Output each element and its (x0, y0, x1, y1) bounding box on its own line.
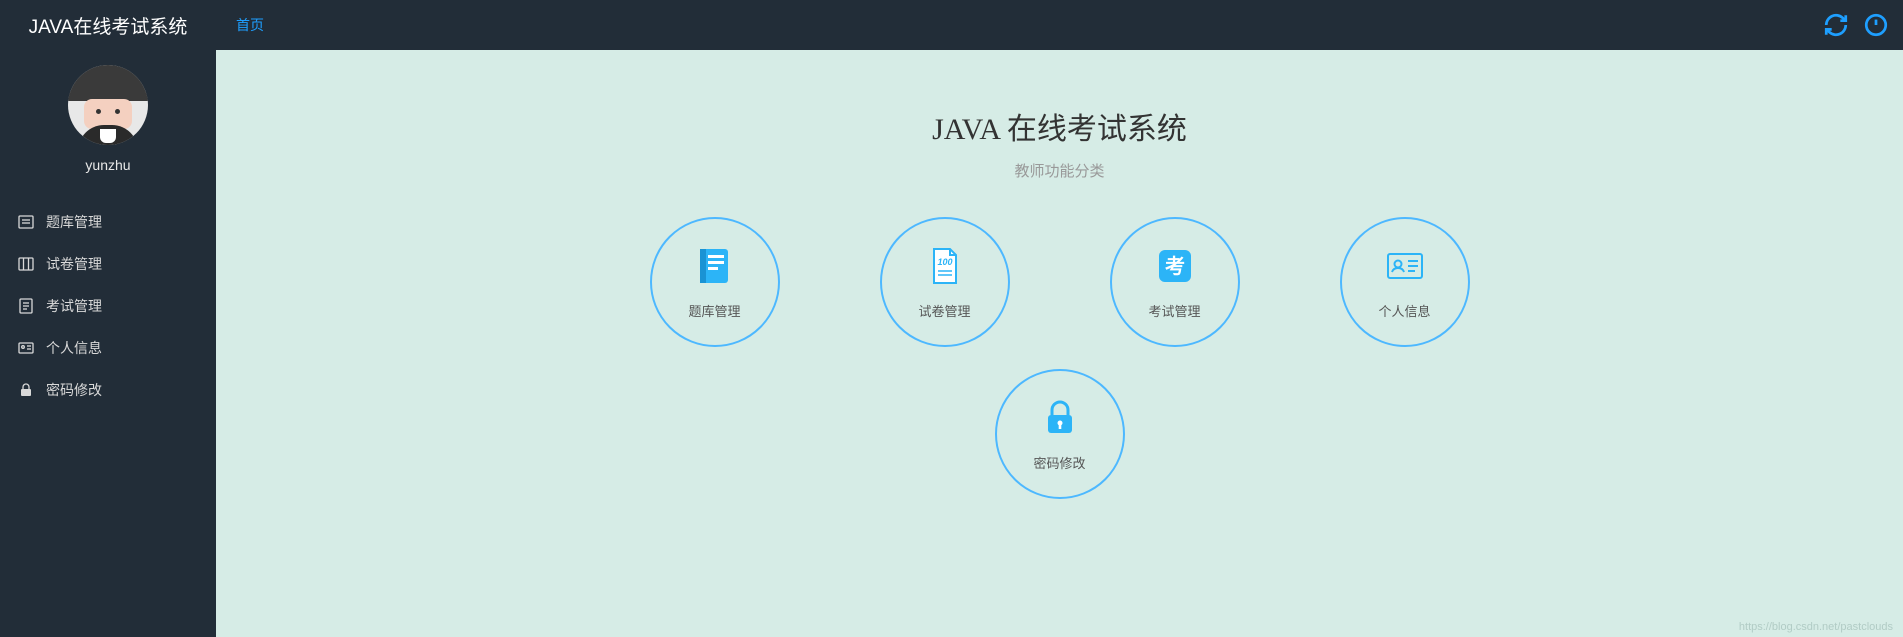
profile-card-icon (1384, 245, 1426, 287)
avatar (68, 65, 148, 145)
card-password[interactable]: 密码修改 (995, 369, 1125, 499)
sidebar-item-label: 考试管理 (46, 296, 102, 316)
card-label: 密码修改 (1033, 453, 1085, 472)
padlock-icon (1039, 397, 1081, 439)
svg-text:100: 100 (937, 257, 952, 267)
header-nav: 首页 (216, 15, 264, 35)
sidebar-item-paper[interactable]: 试卷管理 (0, 243, 216, 285)
document-icon (18, 298, 34, 314)
user-profile: yunzhu (0, 60, 216, 183)
app-title: JAVA在线考试系统 (0, 12, 216, 39)
paper-icon: 100 (924, 245, 966, 287)
grid-icon (18, 256, 34, 272)
page-subtitle: 教师功能分类 (216, 160, 1903, 181)
sidebar-menu: 题库管理 试卷管理 考试管理 个人信息 密码修改 (0, 201, 216, 411)
id-card-icon (18, 340, 34, 356)
card-label: 试卷管理 (918, 301, 970, 320)
book-icon (694, 245, 736, 287)
nav-home-link[interactable]: 首页 (236, 17, 264, 33)
card-exam[interactable]: 考 考试管理 (1110, 217, 1240, 347)
list-icon (18, 214, 34, 230)
username: yunzhu (0, 157, 216, 173)
card-label: 考试管理 (1148, 301, 1200, 320)
card-paper[interactable]: 100 试卷管理 (880, 217, 1010, 347)
sidebar-item-label: 密码修改 (46, 380, 102, 400)
lock-icon (18, 382, 34, 398)
sidebar-item-exam[interactable]: 考试管理 (0, 285, 216, 327)
watermark: https://blog.csdn.net/pastclouds (1739, 621, 1893, 633)
refresh-icon[interactable] (1823, 12, 1849, 38)
svg-text:考: 考 (1165, 254, 1185, 278)
feature-row-1: 题库管理 100 试卷管理 考 考试管理 (216, 217, 1903, 347)
page-title: JAVA 在线考试系统 (216, 104, 1903, 148)
card-question-bank[interactable]: 题库管理 (650, 217, 780, 347)
header-actions (1823, 12, 1889, 38)
sidebar-item-question-bank[interactable]: 题库管理 (0, 201, 216, 243)
sidebar-item-label: 试卷管理 (46, 254, 102, 274)
header: JAVA在线考试系统 首页 (0, 0, 1903, 50)
sidebar-item-profile[interactable]: 个人信息 (0, 327, 216, 369)
exam-icon: 考 (1154, 245, 1196, 287)
feature-row-2: 密码修改 (216, 369, 1903, 499)
sidebar-item-label: 题库管理 (46, 212, 102, 232)
sidebar-item-label: 个人信息 (46, 338, 102, 358)
sidebar-item-password[interactable]: 密码修改 (0, 369, 216, 411)
main-content: JAVA 在线考试系统 教师功能分类 题库管理 100 (216, 50, 1903, 637)
card-label: 个人信息 (1378, 301, 1430, 320)
power-icon[interactable] (1863, 12, 1889, 38)
card-profile[interactable]: 个人信息 (1340, 217, 1470, 347)
sidebar: yunzhu 题库管理 试卷管理 考试管理 个人信息 密码修改 (0, 50, 216, 637)
card-label: 题库管理 (688, 301, 740, 320)
